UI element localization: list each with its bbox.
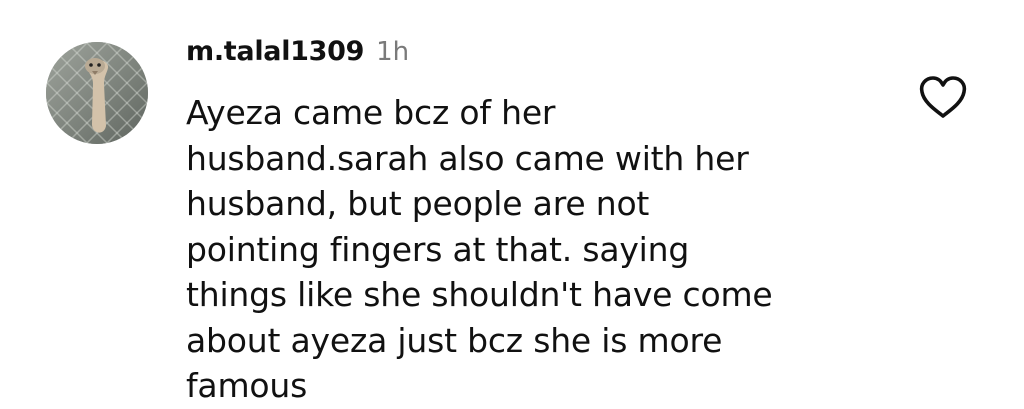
heart-outline-icon — [919, 76, 967, 118]
comment-meta: m.talal1309 1h — [186, 36, 409, 72]
avatar-photo-icon — [46, 42, 148, 144]
comment-item: m.talal1309 1h Ayeza came bcz of her hus… — [0, 0, 1024, 406]
timestamp: 1h — [376, 37, 410, 67]
comment-text: Ayeza came bcz of her husband.sarah also… — [186, 93, 773, 405]
like-button[interactable] — [918, 76, 968, 120]
username[interactable]: m.talal1309 — [186, 36, 364, 67]
avatar[interactable] — [46, 42, 148, 144]
